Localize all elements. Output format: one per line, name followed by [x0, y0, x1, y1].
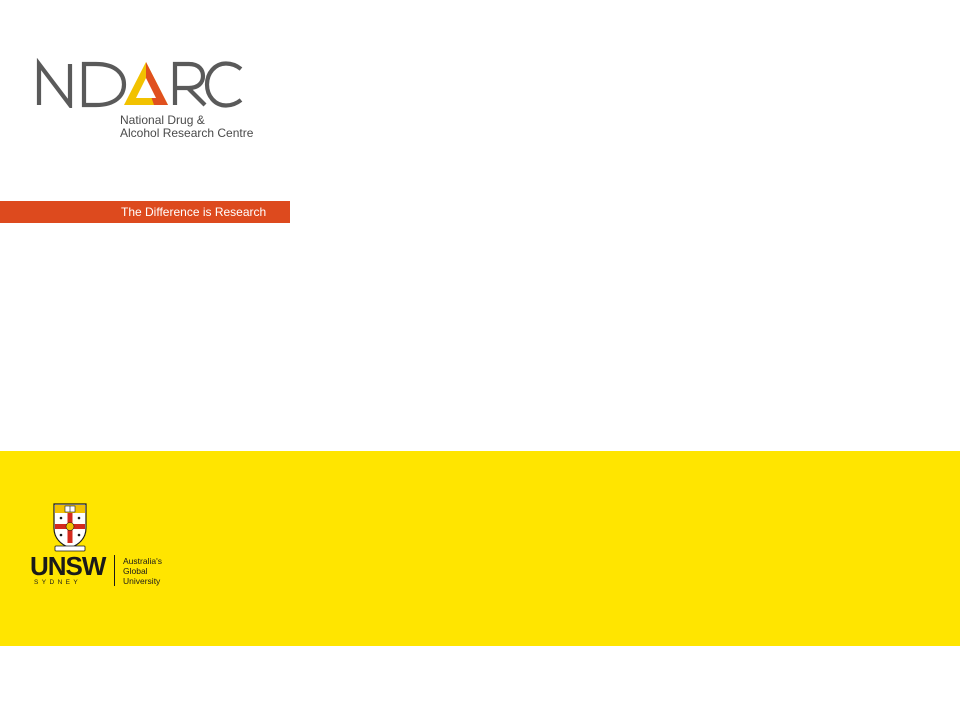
- unsw-city: SYDNEY: [34, 579, 82, 586]
- unsw-tagline-line2: Global: [123, 566, 148, 576]
- crest-icon: [53, 503, 87, 552]
- triangle-icon: [124, 62, 168, 105]
- letter-n: [36, 58, 73, 108]
- ndarc-logo: National Drug & Alcohol Research Centre: [36, 58, 276, 148]
- ndarc-wordmark: [36, 58, 243, 108]
- unsw-divider: [114, 555, 115, 586]
- letter-c: [204, 61, 243, 108]
- tagline-bar: The Difference is Research: [0, 201, 290, 223]
- letter-d: [81, 61, 127, 108]
- tagline-text: The Difference is Research: [121, 205, 267, 219]
- title-slide: National Drug & Alcohol Research Centre …: [0, 0, 960, 720]
- ndarc-subtitle: National Drug & Alcohol Research Centre: [120, 114, 253, 140]
- letter-r: [172, 61, 207, 107]
- ndarc-subtitle-line2: Alcohol Research Centre: [120, 126, 254, 140]
- unsw-wordmark: UNSW: [30, 551, 106, 581]
- unsw-tagline-line3: University: [123, 576, 161, 586]
- unsw-tagline-line1: Australia's: [123, 556, 162, 566]
- unsw-tagline: Australia's Global University: [123, 556, 162, 586]
- unsw-logo: UNSW SYDNEY Australia's Global Universit…: [30, 502, 200, 592]
